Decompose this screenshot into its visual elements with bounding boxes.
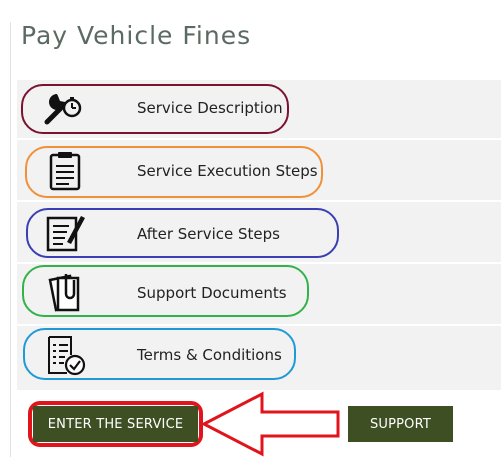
documents-paperclip-icon xyxy=(44,270,88,314)
enter-service-button[interactable]: ENTER THE SERVICE xyxy=(33,406,198,442)
list-checkmark-icon xyxy=(43,333,87,377)
menu-item-terms-conditions[interactable]: Terms & Conditions xyxy=(17,328,501,386)
menu-item-label: Terms & Conditions xyxy=(137,346,282,364)
menu-item-label: Support Documents xyxy=(137,284,287,302)
menu-item-service-description[interactable]: Service Description xyxy=(17,80,501,138)
row-divider xyxy=(17,200,501,202)
support-button[interactable]: SUPPORT xyxy=(348,406,453,442)
page-left-border xyxy=(10,22,11,457)
row-divider xyxy=(17,262,501,264)
notepad-pencil-icon xyxy=(43,210,87,254)
menu-item-label: After Service Steps xyxy=(137,225,280,243)
clipboard-icon xyxy=(43,149,87,193)
row-divider xyxy=(17,324,501,326)
highlight-arrow xyxy=(200,391,340,457)
menu-item-service-execution-steps[interactable]: Service Execution Steps xyxy=(17,142,501,200)
row-divider xyxy=(17,138,501,140)
page-title: Pay Vehicle Fines xyxy=(21,21,252,50)
wrench-stopwatch-icon xyxy=(41,86,85,130)
menu-item-after-service-steps[interactable]: After Service Steps xyxy=(17,204,501,262)
menu-item-support-documents[interactable]: Support Documents xyxy=(17,265,501,324)
menu-item-label: Service Execution Steps xyxy=(137,162,318,180)
menu-item-label: Service Description xyxy=(137,99,283,117)
